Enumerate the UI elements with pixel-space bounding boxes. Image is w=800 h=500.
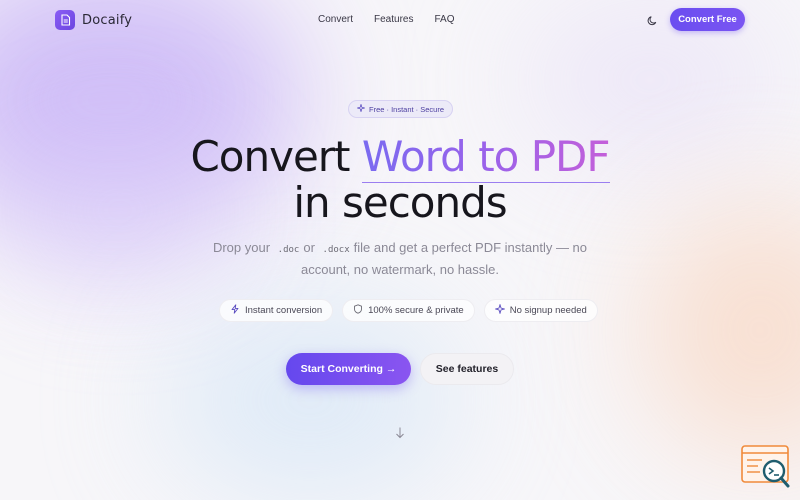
nav-links: Convert Features FAQ [318, 14, 455, 25]
sparkle-icon [493, 303, 506, 317]
brand-logo[interactable]: Docaify [55, 10, 132, 30]
feature-chip-secure: 100% secure & private [342, 299, 475, 322]
nav-link-features[interactable]: Features [374, 14, 413, 25]
code-doc: .doc [277, 245, 300, 255]
headline-prefix: Convert [190, 132, 350, 181]
feature-label: Instant conversion [245, 305, 323, 316]
feature-chip-instant: Instant conversion [219, 299, 334, 322]
hero-badge: Free · Instant · Secure [348, 100, 453, 118]
subtitle-or: or [303, 240, 315, 255]
feature-label: No signup needed [509, 305, 587, 316]
hero-headline-line2: in seconds [293, 178, 507, 227]
sparkle-icon [356, 103, 366, 114]
feature-label: 100% secure & private [368, 305, 464, 316]
feature-chips: Instant conversion 100% secure & private… [219, 299, 598, 322]
lightning-icon [230, 304, 240, 317]
start-converting-button[interactable]: Start Converting → [286, 353, 411, 385]
hero-badge-text: Free · Instant · Secure [368, 104, 445, 114]
document-icon [55, 10, 75, 30]
headline-highlight: Word to PDF [361, 132, 611, 183]
nav-link-faq[interactable]: FAQ [434, 14, 454, 25]
shield-icon [353, 304, 363, 317]
hero-headline: Convert Word to PDF [0, 132, 800, 183]
brand-name: Docaify [82, 12, 133, 28]
subtitle-text-2: file and get a perfect PDF instantly — n… [353, 240, 588, 255]
convert-free-button[interactable]: Convert Free [670, 8, 745, 31]
top-nav: Docaify Convert Features FAQ Convert Fre… [0, 0, 800, 40]
nav-link-convert[interactable]: Convert [318, 14, 353, 25]
arrow-down-icon[interactable] [394, 426, 406, 440]
subtitle-line2: account, no watermark, no hassle. [301, 262, 499, 277]
moon-icon[interactable] [645, 13, 659, 27]
search-window-icon[interactable] [740, 444, 792, 490]
subtitle-text: Drop your [212, 240, 271, 255]
code-docx: .docx [322, 245, 350, 255]
hero-subtitle: Drop your .doc or .docx file and get a per… [190, 238, 610, 279]
feature-chip-nosignup: No signup needed [483, 299, 598, 322]
see-features-button[interactable]: See features [420, 353, 514, 385]
